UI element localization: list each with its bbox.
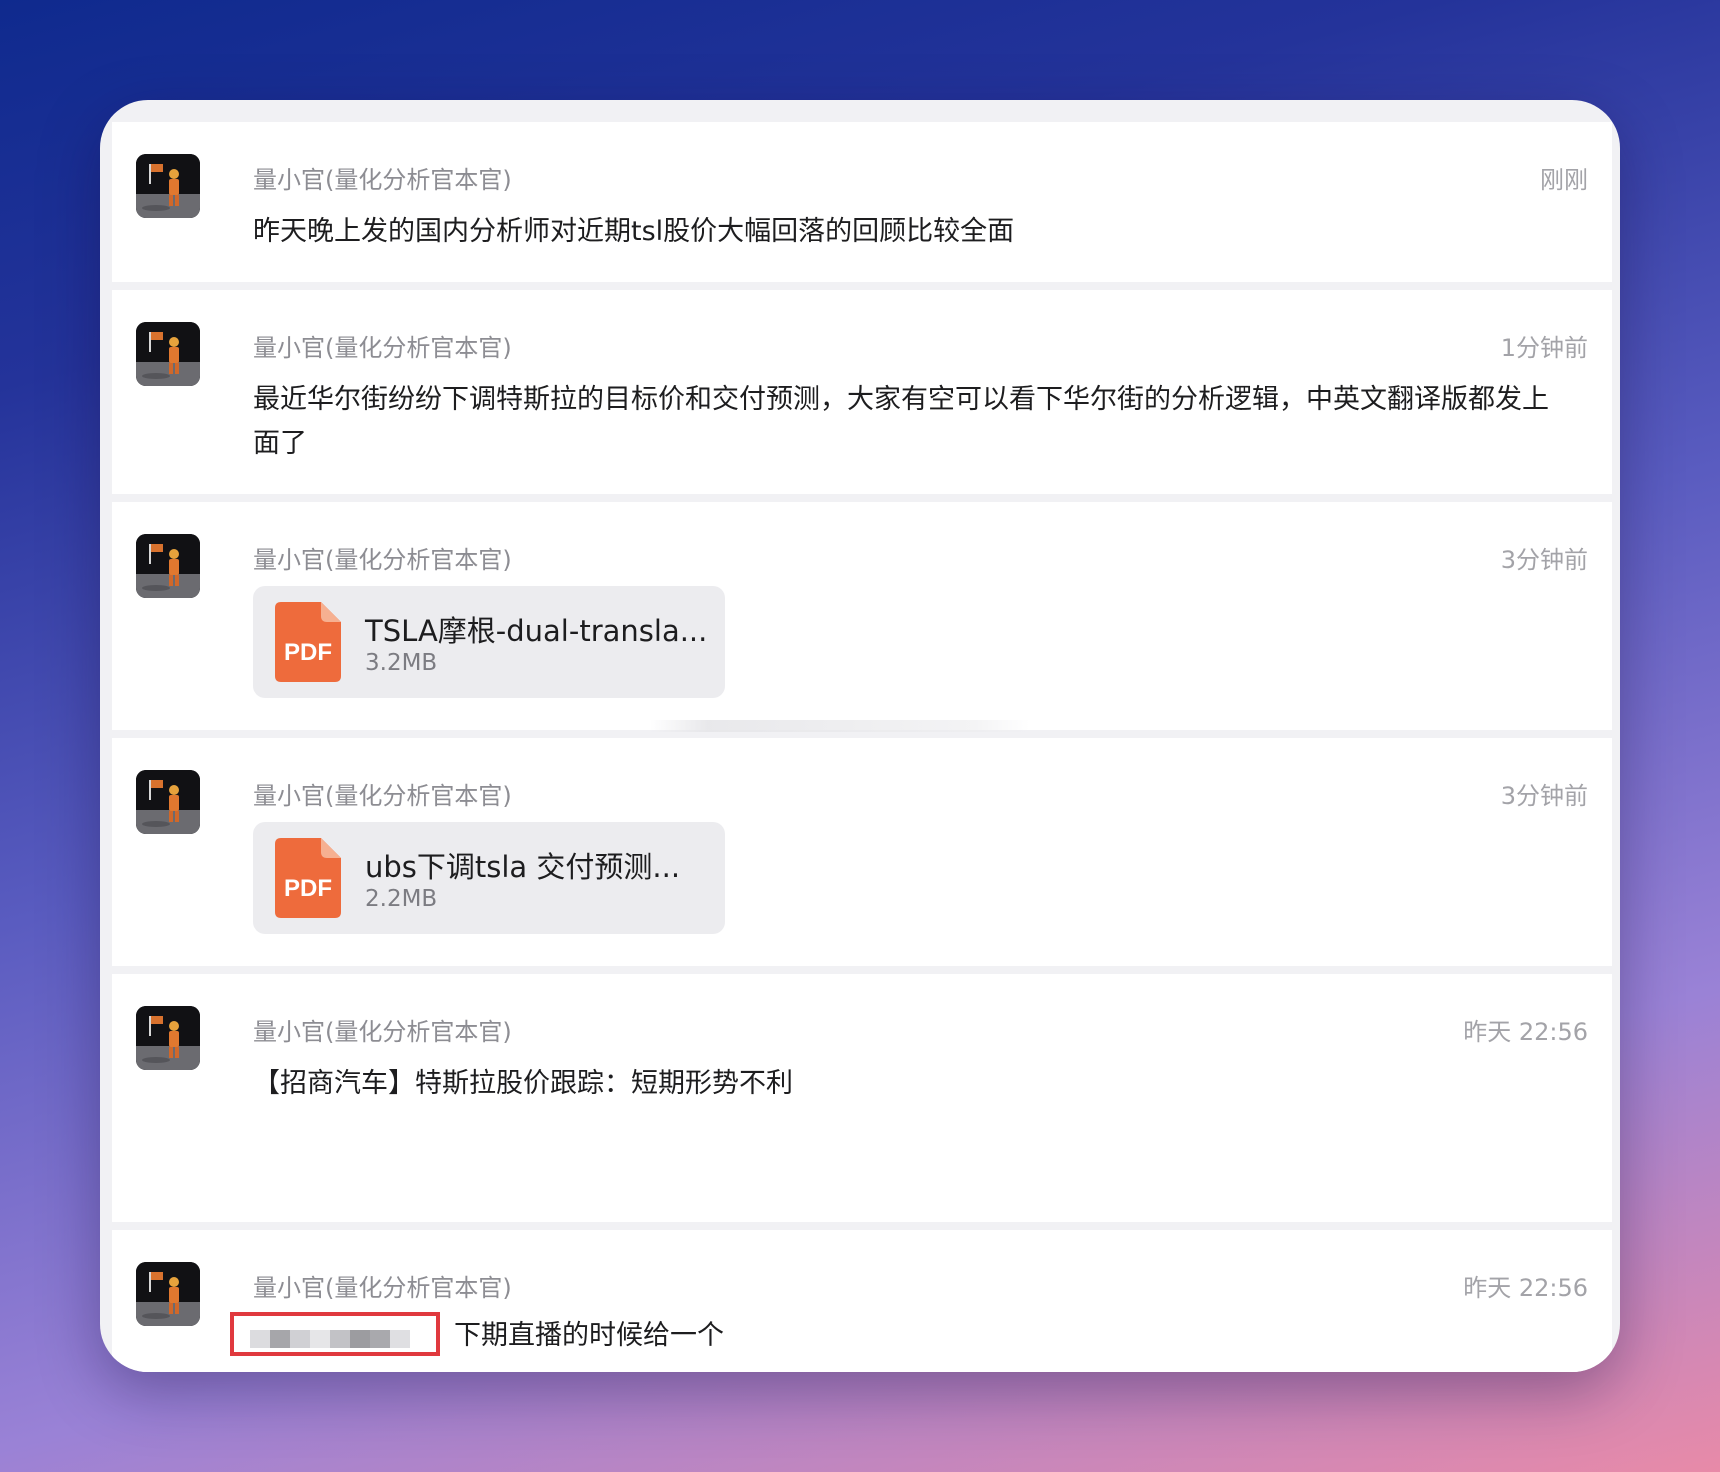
astronaut-avatar-icon[interactable]	[136, 1262, 200, 1326]
chat-window: 量小官(量化分析官本官) 刚刚 昨天晚上发的国内分析师对近期tsl股价大幅回落的…	[100, 100, 1620, 1372]
message-item[interactable]: 量小官(量化分析官本官) 3分钟前 PDF TSLA摩根-dual-transl…	[112, 502, 1612, 730]
sender-name: 量小官(量化分析官本官)	[253, 334, 512, 362]
sender-name: 量小官(量化分析官本官)	[253, 166, 512, 194]
message-text: 下期直播的时候给一个	[454, 1320, 724, 1351]
file-attachment[interactable]: PDF ubs下调tsla 交付预测... 2.2MB	[253, 822, 725, 934]
sender-name: 量小官(量化分析官本官)	[253, 546, 512, 574]
message-time: 昨天 22:56	[1463, 1018, 1588, 1046]
message-item[interactable]: 量小官(量化分析官本官) 3分钟前 PDF ubs下调tsla 交付预测... …	[112, 738, 1612, 966]
redaction-pixel	[370, 1330, 390, 1348]
redaction-pixel	[390, 1330, 410, 1348]
redaction-pixel	[270, 1330, 290, 1348]
message-text: 最近华尔街纷纷下调特斯拉的目标价和交付预测，大家有空可以看下华尔街的分析逻辑，中…	[253, 384, 1549, 459]
sender-name: 量小官(量化分析官本官)	[253, 782, 512, 810]
astronaut-avatar-icon[interactable]	[136, 322, 200, 386]
message-text: 【招商汽车】特斯拉股价跟踪：短期形势不利	[253, 1068, 793, 1099]
message-item[interactable]: 量小官(量化分析官本官) 昨天 22:56 【招商汽车】特斯拉股价跟踪：短期形势…	[112, 974, 1612, 1222]
message-time: 3分钟前	[1500, 546, 1588, 574]
message-item[interactable]: 量小官(量化分析官本官) 刚刚 昨天晚上发的国内分析师对近期tsl股价大幅回落的…	[112, 122, 1612, 282]
file-name: ubs下调tsla 交付预测...	[365, 850, 681, 884]
sender-name: 量小官(量化分析官本官)	[253, 1018, 512, 1046]
message-item[interactable]: 量小官(量化分析官本官) 昨天 22:56 下期直播的时候给一个	[112, 1230, 1612, 1372]
message-time: 1分钟前	[1500, 334, 1588, 362]
message-time: 昨天 22:56	[1463, 1274, 1588, 1302]
redaction-pixel	[330, 1330, 350, 1348]
message-item[interactable]: 量小官(量化分析官本官) 1分钟前 最近华尔街纷纷下调特斯拉的目标价和交付预测，…	[112, 290, 1612, 494]
astronaut-avatar-icon[interactable]	[136, 770, 200, 834]
file-size: 2.2MB	[365, 886, 438, 912]
sender-name: 量小官(量化分析官本官)	[253, 1274, 512, 1302]
message-feed[interactable]: 量小官(量化分析官本官) 刚刚 昨天晚上发的国内分析师对近期tsl股价大幅回落的…	[112, 122, 1612, 1372]
pdf-file-icon: PDF	[275, 602, 341, 682]
redaction-pixel	[310, 1330, 330, 1348]
astronaut-avatar-icon[interactable]	[136, 154, 200, 218]
redaction-pixel	[250, 1330, 270, 1348]
redacted-mention-highlight	[230, 1312, 440, 1356]
astronaut-avatar-icon[interactable]	[136, 1006, 200, 1070]
redaction-pixel	[350, 1330, 370, 1348]
file-size: 3.2MB	[365, 650, 438, 676]
svg-text:PDF: PDF	[284, 639, 332, 666]
astronaut-avatar-icon[interactable]	[136, 534, 200, 598]
pdf-file-icon: PDF	[275, 838, 341, 918]
svg-text:PDF: PDF	[284, 875, 332, 902]
file-attachment[interactable]: PDF TSLA摩根-dual-transla... 3.2MB	[253, 586, 725, 698]
file-name: TSLA摩根-dual-transla...	[365, 614, 708, 648]
message-time: 3分钟前	[1500, 782, 1588, 810]
message-time: 刚刚	[1540, 166, 1588, 194]
redaction-pixel	[290, 1330, 310, 1348]
message-text: 昨天晚上发的国内分析师对近期tsl股价大幅回落的回顾比较全面	[253, 216, 1015, 247]
divider-smudge	[650, 720, 1030, 732]
